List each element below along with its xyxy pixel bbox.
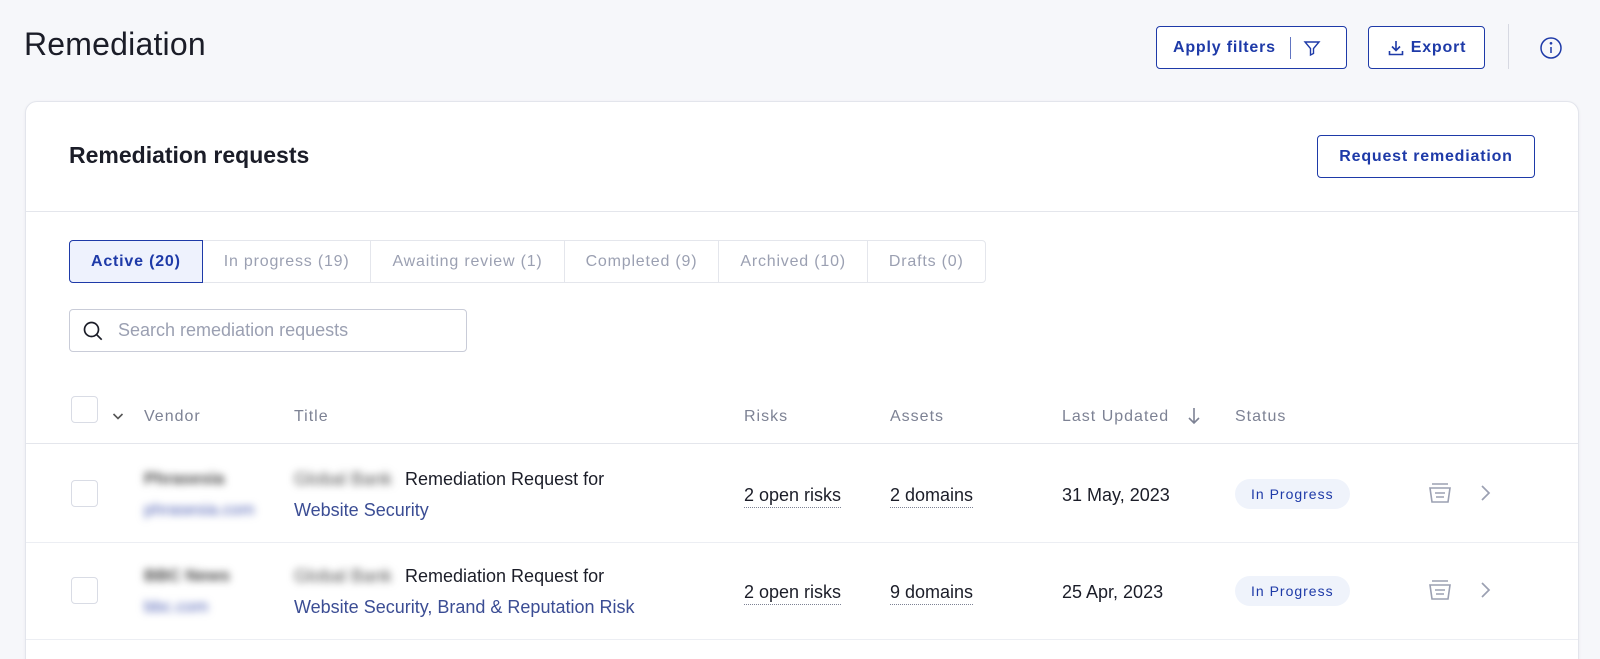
table-row[interactable]: BBC News bbc.com Global Bank Remediation…	[26, 542, 1578, 640]
assets-count[interactable]: 2 domains	[890, 485, 974, 508]
row-title-risk-type: Website Security, Brand & Reputation Ris…	[294, 597, 635, 617]
column-vendor[interactable]: Vendor	[144, 408, 201, 426]
export-button[interactable]: Export	[1368, 26, 1485, 69]
status-badge: In Progress	[1235, 479, 1350, 509]
row-checkbox[interactable]	[71, 577, 98, 604]
search-input[interactable]	[118, 320, 438, 341]
vendor-name: BBC News	[144, 566, 230, 585]
status-badge: In Progress	[1235, 576, 1350, 606]
tab-completed[interactable]: Completed (9)	[565, 241, 720, 282]
column-assets[interactable]: Assets	[890, 408, 944, 426]
export-label: Export	[1410, 38, 1467, 56]
column-risks[interactable]: Risks	[744, 408, 788, 426]
search-box	[69, 309, 467, 352]
column-status[interactable]: Status	[1235, 408, 1286, 426]
download-icon	[1388, 40, 1404, 55]
page-title: Remediation	[24, 26, 206, 62]
chevron-right-icon[interactable]	[1476, 482, 1494, 504]
risks-count[interactable]: 2 open risks	[744, 582, 842, 605]
toolbar-divider	[1508, 24, 1509, 69]
row-checkbox[interactable]	[71, 480, 98, 507]
card-title: Remediation requests	[69, 142, 310, 168]
info-icon[interactable]	[1538, 35, 1564, 61]
vendor-domain[interactable]: bbc.com	[144, 597, 208, 617]
row-title: Remediation Request for	[405, 469, 605, 489]
button-separator	[1289, 36, 1291, 59]
remediation-requests-card: Remediation requests Request remediation…	[25, 101, 1579, 659]
tab-active[interactable]: Active (20)	[69, 240, 203, 283]
title-owner: Global Bank	[294, 566, 393, 586]
tab-awaiting-review[interactable]: Awaiting review (1)	[371, 241, 565, 282]
table-header: Vendor Title Risks Assets Last Updated S…	[26, 392, 1578, 444]
chevron-right-icon[interactable]	[1476, 579, 1494, 601]
tab-archived[interactable]: Archived (10)	[719, 241, 868, 282]
tab-drafts[interactable]: Drafts (0)	[868, 241, 985, 282]
apply-filters-label: Apply filters	[1173, 38, 1276, 56]
apply-filters-button[interactable]: Apply filters	[1156, 26, 1347, 69]
card-header: Remediation requests Request remediation	[26, 102, 1578, 212]
top-actions: Apply filters Export	[1100, 24, 1600, 69]
last-updated-date: 31 May, 2023	[1062, 485, 1170, 505]
table-row[interactable]: Phrasesia phrasesia.com Global Bank Reme…	[26, 445, 1578, 543]
risks-count[interactable]: 2 open risks	[744, 485, 842, 508]
assets-count[interactable]: 9 domains	[890, 582, 974, 605]
filter-icon	[1303, 40, 1321, 56]
chevron-down-icon[interactable]	[110, 408, 126, 424]
request-remediation-button[interactable]: Request remediation	[1317, 135, 1535, 178]
tab-in-progress[interactable]: In progress (19)	[203, 241, 372, 282]
status-tabs: Active (20) In progress (19) Awaiting re…	[69, 240, 986, 283]
column-last-updated[interactable]: Last Updated	[1062, 408, 1169, 426]
vendor-domain[interactable]: phrasesia.com	[144, 500, 255, 520]
search-icon	[83, 321, 103, 340]
title-owner: Global Bank	[294, 469, 393, 489]
select-all-checkbox[interactable]	[71, 396, 98, 423]
last-updated-date: 25 Apr, 2023	[1062, 582, 1164, 602]
sort-down-icon[interactable]	[1186, 406, 1202, 426]
archive-icon[interactable]	[1426, 479, 1454, 507]
vendor-name: Phrasesia	[144, 469, 225, 488]
archive-icon[interactable]	[1426, 576, 1454, 604]
row-title: Remediation Request for	[405, 566, 605, 586]
row-title-risk-type: Website Security	[294, 500, 429, 520]
column-title[interactable]: Title	[294, 408, 329, 426]
